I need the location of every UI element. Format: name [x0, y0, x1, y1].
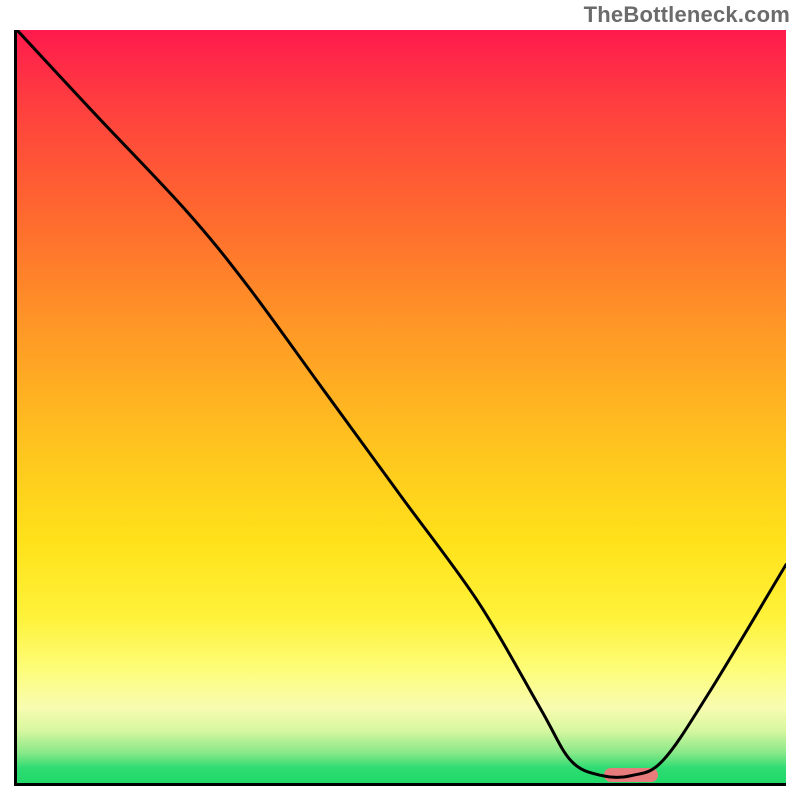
watermark-text: TheBottleneck.com [584, 2, 790, 28]
bottleneck-curve [17, 30, 786, 783]
chart-container: TheBottleneck.com [0, 0, 800, 800]
plot-area [14, 30, 786, 786]
